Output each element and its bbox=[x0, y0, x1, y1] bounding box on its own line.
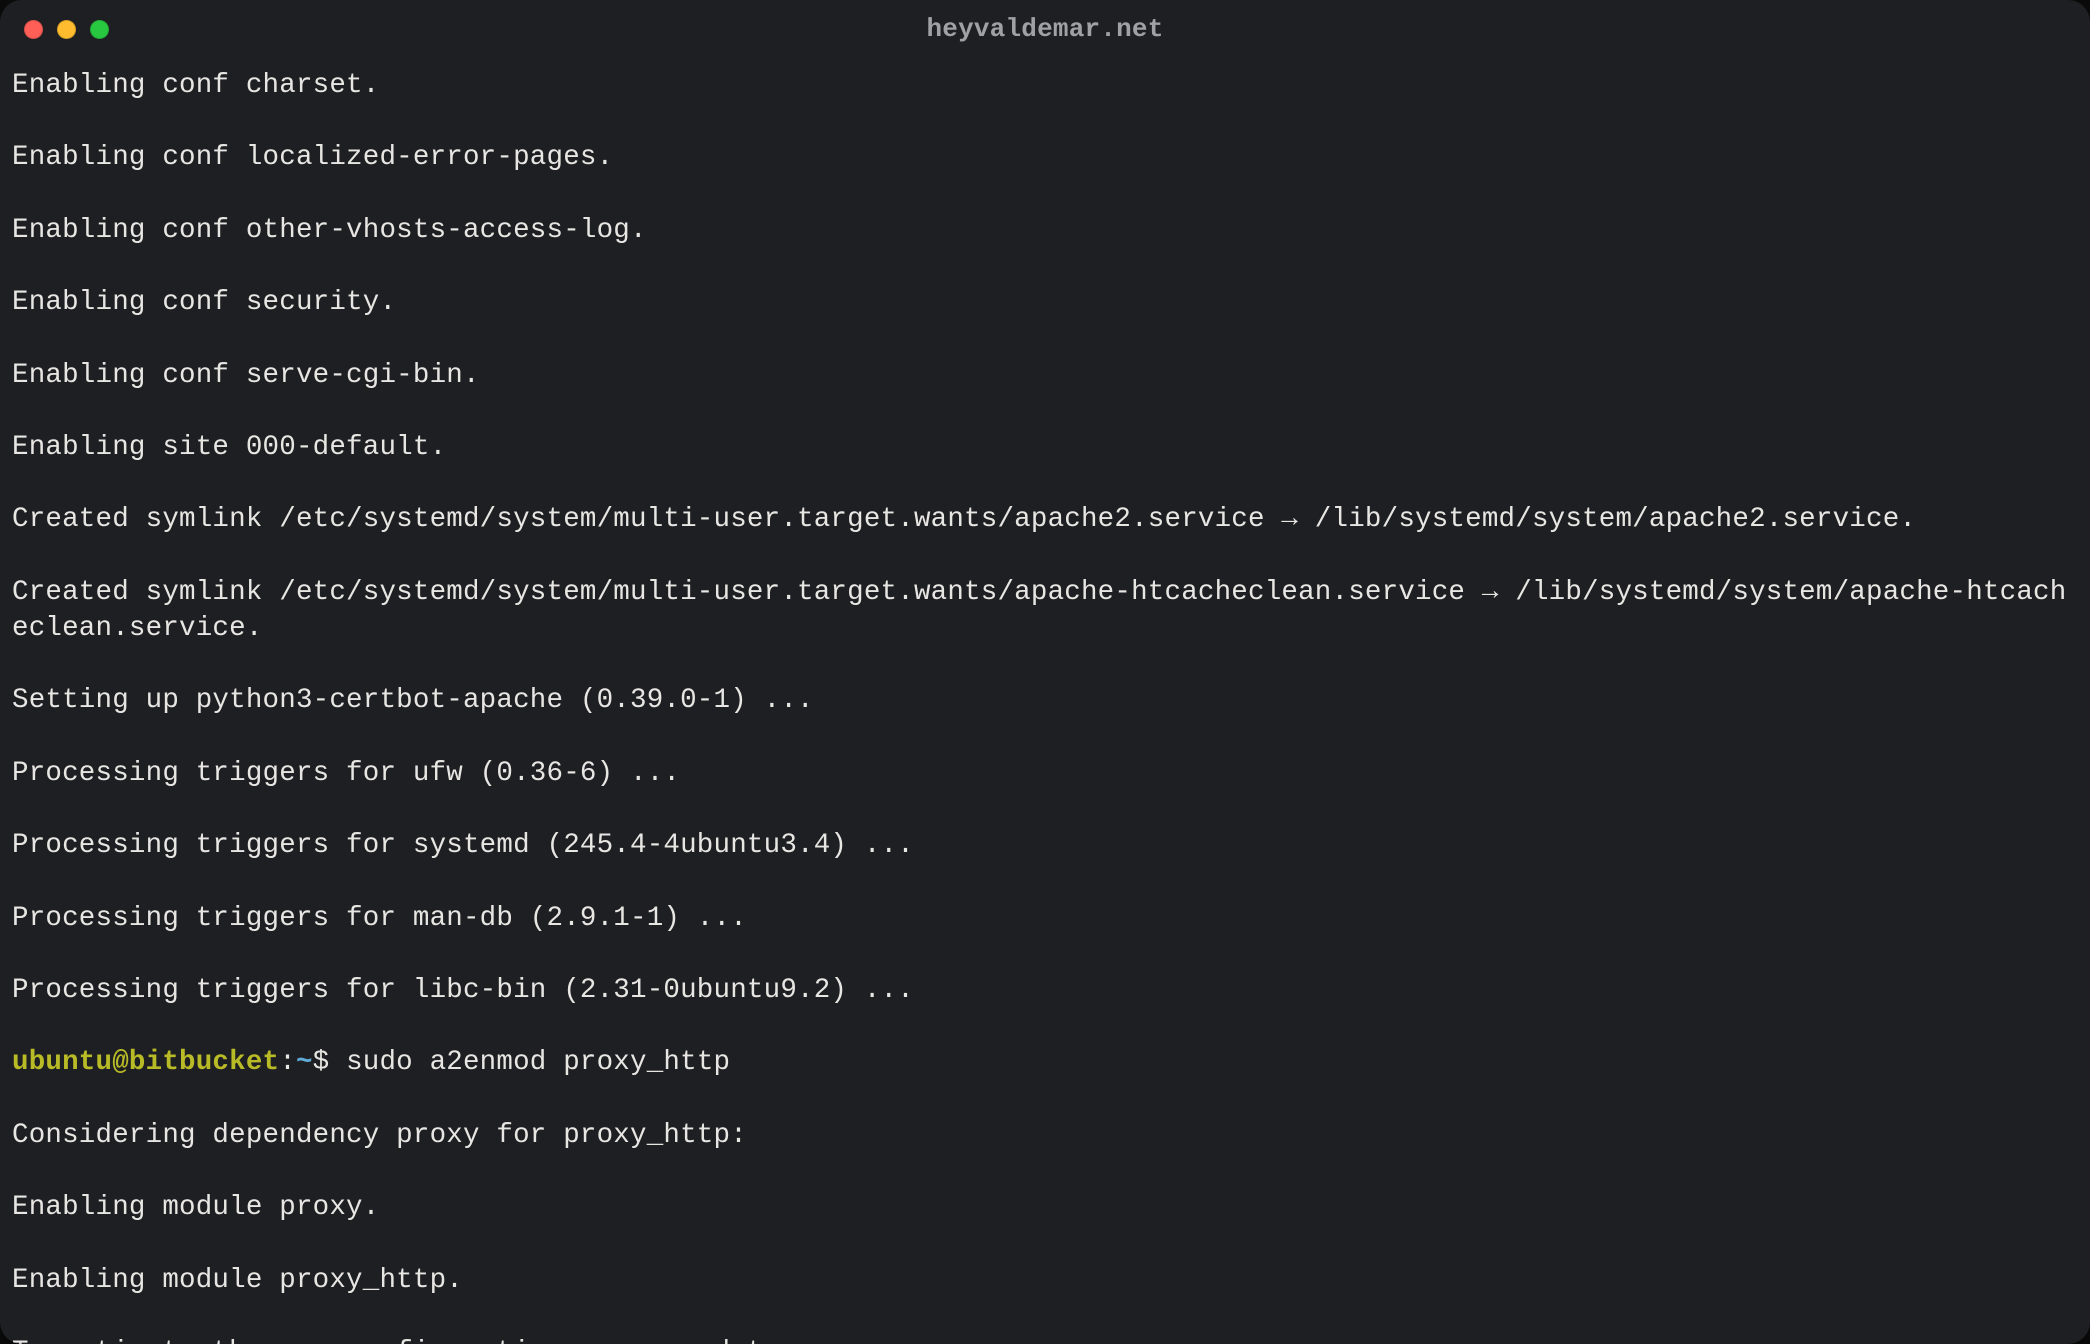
terminal-prompt-line[interactable]: ubuntu@bitbucket:~$ sudo a2enmod proxy_h… bbox=[12, 1045, 2078, 1081]
window-controls bbox=[24, 20, 109, 39]
terminal-output-line: Considering dependency proxy for proxy_h… bbox=[12, 1118, 2078, 1154]
terminal-output-line: Processing triggers for libc-bin (2.31-0… bbox=[12, 973, 2078, 1009]
close-icon[interactable] bbox=[24, 20, 43, 39]
terminal-output-line: Enabling conf other-vhosts-access-log. bbox=[12, 213, 2078, 249]
terminal-output-line: Enabling conf charset. bbox=[12, 68, 2078, 104]
prompt-user-host: ubuntu@bitbucket bbox=[12, 1047, 279, 1078]
terminal-output-line: Enabling site 000-default. bbox=[12, 430, 2078, 466]
window-title: heyvaldemar.net bbox=[0, 14, 2090, 44]
terminal-output-line: Processing triggers for ufw (0.36-6) ... bbox=[12, 756, 2078, 792]
prompt-cwd: ~ bbox=[296, 1047, 313, 1078]
terminal-output-line: Enabling conf localized-error-pages. bbox=[12, 140, 2078, 176]
minimize-icon[interactable] bbox=[57, 20, 76, 39]
terminal-output-line: Processing triggers for systemd (245.4-4… bbox=[12, 828, 2078, 864]
terminal-window: heyvaldemar.net Enabling conf charset. E… bbox=[0, 0, 2090, 1344]
terminal-output-line: Enabling conf security. bbox=[12, 285, 2078, 321]
prompt-dollar: $ bbox=[313, 1047, 346, 1078]
prompt-command: sudo a2enmod proxy_http bbox=[346, 1047, 730, 1078]
terminal-body[interactable]: Enabling conf charset. Enabling conf loc… bbox=[0, 58, 2090, 1344]
terminal-output-line: Created symlink /etc/systemd/system/mult… bbox=[12, 502, 2078, 538]
terminal-output-line: Processing triggers for man-db (2.9.1-1)… bbox=[12, 901, 2078, 937]
terminal-output-line: Setting up python3-certbot-apache (0.39.… bbox=[12, 683, 2078, 719]
prompt-separator: : bbox=[279, 1047, 296, 1078]
window-titlebar: heyvaldemar.net bbox=[0, 0, 2090, 58]
terminal-output-line: Enabling module proxy_http. bbox=[12, 1263, 2078, 1299]
zoom-icon[interactable] bbox=[90, 20, 109, 39]
terminal-output-line: Enabling module proxy. bbox=[12, 1190, 2078, 1226]
terminal-output-line: To activate the new configuration, you n… bbox=[12, 1335, 2078, 1344]
terminal-output-line: Enabling conf serve-cgi-bin. bbox=[12, 358, 2078, 394]
terminal-output-line: Created symlink /etc/systemd/system/mult… bbox=[12, 575, 2078, 647]
